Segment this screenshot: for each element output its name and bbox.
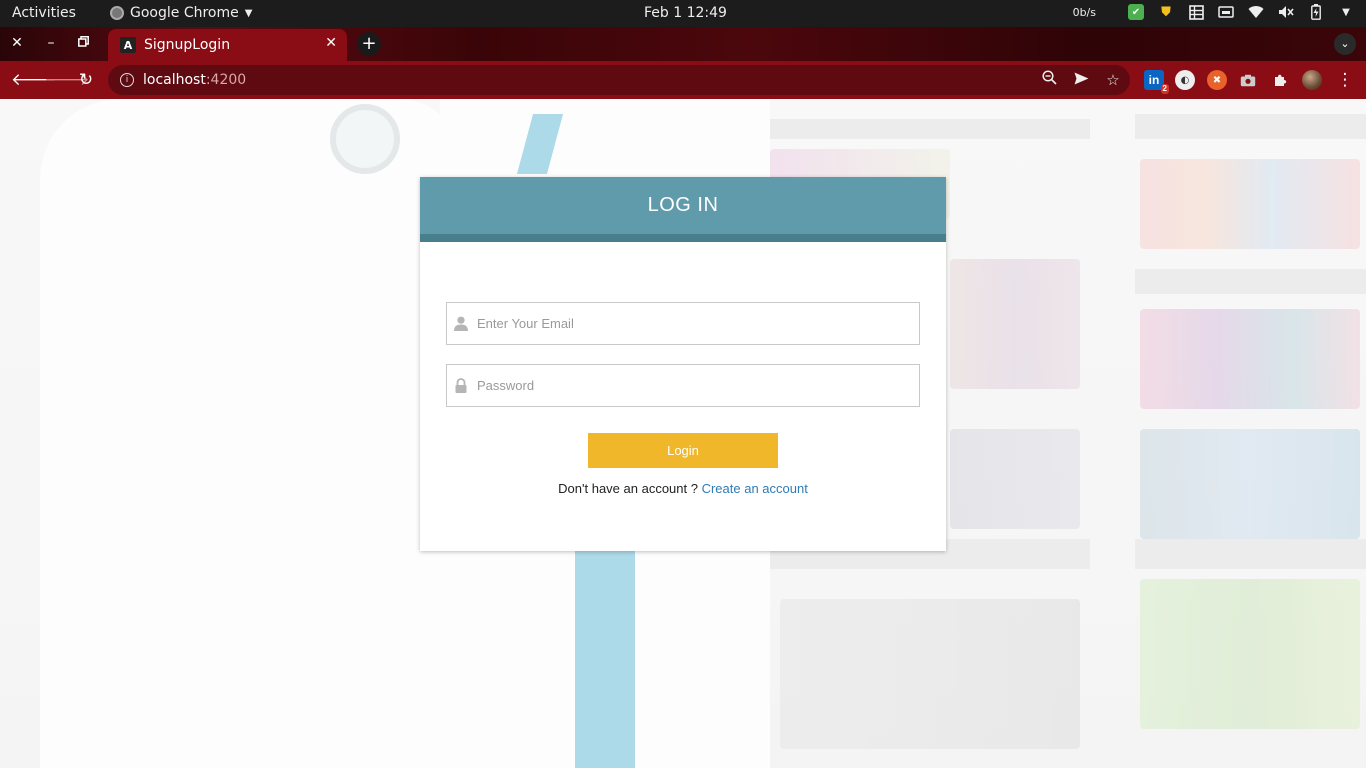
lock-icon xyxy=(453,378,469,394)
page-viewport: LOG IN Login Don't have an account ? Cre… xyxy=(0,99,1366,768)
send-to-devices-icon[interactable] xyxy=(1072,70,1090,90)
new-tab-plus-icon[interactable]: + xyxy=(357,32,381,56)
extension-circle-icon[interactable]: ◐ xyxy=(1175,70,1195,90)
angular-favicon-icon: A xyxy=(120,37,136,53)
window-minimize-icon[interactable]: – xyxy=(41,33,61,53)
password-field[interactable] xyxy=(446,364,920,407)
url-port: :4200 xyxy=(205,72,247,88)
extensions-puzzle-icon[interactable] xyxy=(1270,70,1290,90)
check-icon[interactable]: ✔ xyxy=(1128,4,1144,20)
system-top-bar: Activities Google Chrome ▼ Feb 1 12:49 0… xyxy=(0,0,1366,27)
login-card-header: LOG IN xyxy=(420,177,946,242)
notification-badge: 2 xyxy=(1160,84,1169,94)
linkedin-extension-icon[interactable]: in 2 xyxy=(1144,70,1169,94)
wifi-icon[interactable] xyxy=(1248,4,1264,20)
extension-orange-icon[interactable]: ✖ xyxy=(1207,70,1227,90)
tab-strip: ✕ – A SignupLogin ✕ + ⌄ xyxy=(0,27,1366,61)
system-menu-caret-icon[interactable]: ▼ xyxy=(1338,4,1354,20)
chrome-menu-icon[interactable]: ⋮ xyxy=(1334,69,1356,91)
net-speed: 0b/s xyxy=(1072,5,1096,19)
login-button[interactable]: Login xyxy=(588,433,778,468)
signup-prompt: Don't have an account ? Create an accoun… xyxy=(420,481,946,496)
no-account-text: Don't have an account ? xyxy=(558,481,698,496)
system-tray[interactable]: 0b/s ✔ ⛊ ▼ xyxy=(1073,4,1354,20)
table-icon[interactable] xyxy=(1188,4,1204,20)
activities-button[interactable]: Activities xyxy=(12,5,76,21)
camera-extension-icon[interactable] xyxy=(1238,70,1258,90)
site-info-icon[interactable]: i xyxy=(120,73,134,87)
tab-signuplogin[interactable]: A SignupLogin ✕ xyxy=(108,29,347,61)
address-bar[interactable]: i localhost:4200 ☆ xyxy=(108,65,1130,95)
email-input[interactable] xyxy=(477,303,919,344)
browser-toolbar: 🡐 🡒 ↻ i localhost:4200 ☆ in 2 ◐ ✖ ⋮ xyxy=(0,61,1366,99)
password-input[interactable] xyxy=(477,365,919,406)
storage-icon[interactable] xyxy=(1218,4,1234,20)
window-restore-icon[interactable] xyxy=(73,33,93,53)
chrome-app-icon xyxy=(110,6,124,20)
app-menu[interactable]: Google Chrome ▼ xyxy=(110,5,252,21)
clock[interactable]: Feb 1 12:49 xyxy=(644,5,727,21)
profile-avatar[interactable] xyxy=(1302,70,1322,90)
reload-icon[interactable]: ↻ xyxy=(75,69,97,91)
tab-title: SignupLogin xyxy=(144,37,231,53)
app-name: Google Chrome xyxy=(130,5,239,21)
back-arrow-icon[interactable]: 🡐 xyxy=(11,69,57,91)
zoom-out-icon[interactable] xyxy=(1040,70,1058,90)
caret-down-icon: ▼ xyxy=(244,7,253,19)
create-account-link[interactable]: Create an account xyxy=(702,481,808,496)
forward-arrow-icon[interactable]: 🡒 xyxy=(44,69,90,91)
bookmark-star-icon[interactable]: ☆ xyxy=(1104,70,1122,90)
email-field[interactable] xyxy=(446,302,920,345)
url-host: localhost xyxy=(143,72,206,88)
login-card: LOG IN Login Don't have an account ? Cre… xyxy=(420,177,946,551)
volume-mute-icon[interactable] xyxy=(1278,4,1294,20)
window-close-icon[interactable]: ✕ xyxy=(7,33,27,53)
shield-icon[interactable]: ⛊ xyxy=(1158,4,1174,20)
battery-icon[interactable] xyxy=(1308,4,1324,20)
tab-close-icon[interactable]: ✕ xyxy=(325,35,337,51)
tab-search-chevron-icon[interactable]: ⌄ xyxy=(1334,33,1356,55)
user-icon xyxy=(453,316,469,332)
login-title: LOG IN xyxy=(647,194,719,216)
